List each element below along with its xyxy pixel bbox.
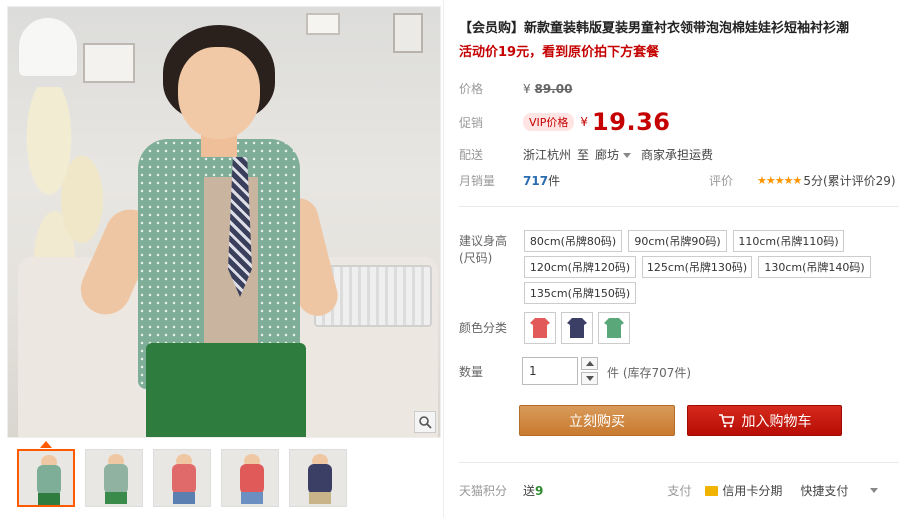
quantity-unit: 件 <box>607 366 620 380</box>
quantity-decrease-button[interactable] <box>581 372 598 385</box>
ship-to-select[interactable]: 廊坊 <box>595 146 641 163</box>
size-option[interactable]: 130cm(吊牌140码) <box>758 256 871 278</box>
thumbnail-figure-legs <box>105 492 127 504</box>
thumbnail-3[interactable] <box>153 449 211 507</box>
shipping-fee: 商家承担运费 <box>641 148 714 162</box>
monthly-sales-unit: 件 <box>548 174 561 188</box>
thumbnail-1[interactable] <box>17 449 75 507</box>
original-price: ¥ 89.00 <box>523 82 572 96</box>
chevron-down-icon <box>623 152 632 158</box>
current-price: 19.36 <box>592 108 671 136</box>
original-price-row: 价格 ¥ 89.00 <box>459 80 572 97</box>
thumbnail-strip <box>17 449 347 507</box>
divider <box>459 206 899 207</box>
buy-now-button[interactable]: 立刻购买 <box>519 405 675 436</box>
main-product-image[interactable] <box>7 6 441 438</box>
original-price-value: 89.00 <box>534 81 573 96</box>
color-swatch-red[interactable] <box>524 312 556 344</box>
monthly-sales-count: 717 <box>523 173 549 188</box>
zoom-icon[interactable] <box>414 411 436 433</box>
color-label: 颜色分类 <box>459 321 508 335</box>
thumbnail-4[interactable] <box>221 449 279 507</box>
child-face <box>178 47 260 139</box>
size-option[interactable]: 120cm(吊牌120码) <box>524 256 636 278</box>
thumbnail-figure-body <box>172 464 196 494</box>
thumbnail-figure-legs <box>241 492 263 504</box>
divider <box>459 462 899 463</box>
thumbnail-figure-body <box>240 464 264 494</box>
thumbnail-figure-legs <box>38 493 60 505</box>
child-shorts <box>146 343 306 437</box>
original-price-label: 价格 <box>459 82 484 96</box>
size-option[interactable]: 125cm(吊牌130码) <box>642 256 752 278</box>
cart-icon <box>718 413 734 428</box>
credit-card-icon <box>705 485 719 496</box>
monthly-sales-label: 月销量 <box>459 174 496 188</box>
active-thumb-caret <box>40 441 52 448</box>
size-option[interactable]: 135cm(吊牌150码) <box>524 282 636 304</box>
color-swatch-navy[interactable] <box>561 312 593 344</box>
points-value: 9 <box>535 483 544 498</box>
quick-pay-label: 快捷支付 <box>800 484 849 498</box>
currency-symbol: ¥ <box>580 115 589 129</box>
column-divider <box>443 0 444 518</box>
wall-frame <box>393 13 423 53</box>
star-rating-icon: ★★★★★ <box>757 174 802 187</box>
size-option[interactable]: 110cm(吊牌110码) <box>733 230 844 252</box>
quick-pay[interactable]: 快捷支付 <box>800 482 888 499</box>
quantity-increase-button[interactable] <box>581 357 598 370</box>
vip-price-tag: VIP价格 <box>523 113 575 131</box>
rating-summary[interactable]: 评价 ★★★★★ 5分 (累计评价29) <box>709 172 896 189</box>
ship-to-city: 廊坊 <box>595 148 620 162</box>
sales-row: 月销量 717 件 <box>459 172 560 189</box>
add-to-cart-button[interactable]: 加入购物车 <box>687 405 842 436</box>
payment-label: 支付 <box>667 484 692 498</box>
review-count: (累计评价29) <box>822 174 896 188</box>
quantity-input[interactable] <box>522 357 578 385</box>
color-swatch-green[interactable] <box>598 312 630 344</box>
currency-symbol: ¥ <box>523 81 531 96</box>
stock-info: 件 (库存707件) <box>607 364 691 381</box>
quantity-label: 数量 <box>459 365 484 379</box>
thumbnail-figure-legs <box>309 492 331 504</box>
promo-price-row: 促销 VIP价格 ¥ 19.36 <box>459 108 670 136</box>
credit-card-installment[interactable]: 信用卡分期 <box>705 482 782 499</box>
promo-price-label: 促销 <box>459 115 484 130</box>
size-option[interactable]: 80cm(吊牌80码) <box>524 230 622 252</box>
color-swatch-shirt-icon <box>604 318 624 338</box>
product-title: 【会员购】新款童装韩版夏装男童衬衣领带泡泡棉娃娃衫短袖衬衫潮 <box>459 21 850 36</box>
thumbnail-figure-legs <box>173 492 195 504</box>
size-label: 建议身高(尺码) <box>459 234 508 265</box>
points-label: 天猫积分 <box>459 484 508 498</box>
color-swatch-shirt-icon <box>530 318 550 338</box>
thumbnail-figure-body <box>308 464 332 494</box>
stock-count: (库存707件) <box>622 366 692 380</box>
color-swatch-shirt-icon <box>567 318 587 338</box>
bottom-info-row: 天猫积分 送 9 支付 信用卡分期 快捷支付 <box>459 482 899 499</box>
wall-frame <box>306 13 340 35</box>
rating-label: 评价 <box>709 174 734 188</box>
shipping-row: 配送 浙江杭州 至 廊坊 商家承担运费 <box>459 146 713 163</box>
rating-score: 5分 <box>803 174 823 188</box>
size-option[interactable]: 90cm(吊牌90码) <box>628 230 727 252</box>
add-to-cart-label: 加入购物车 <box>741 413 812 430</box>
thumbnail-5[interactable] <box>289 449 347 507</box>
chevron-down-icon[interactable] <box>870 487 879 493</box>
thumbnail-2[interactable] <box>85 449 143 507</box>
thumbnail-figure-body <box>37 465 61 495</box>
points-prefix: 送 <box>523 484 536 498</box>
ship-from: 浙江杭州 <box>523 148 572 162</box>
promo-text: 活动价19元，看到原价拍下方套餐 <box>459 45 660 60</box>
credit-card-installment-label: 信用卡分期 <box>722 484 783 498</box>
wall-frame <box>83 43 135 83</box>
shipping-label: 配送 <box>459 148 484 162</box>
ship-to-word: 至 <box>577 148 590 162</box>
thumbnail-figure-body <box>104 464 128 494</box>
lamp-decoration <box>18 17 78 77</box>
